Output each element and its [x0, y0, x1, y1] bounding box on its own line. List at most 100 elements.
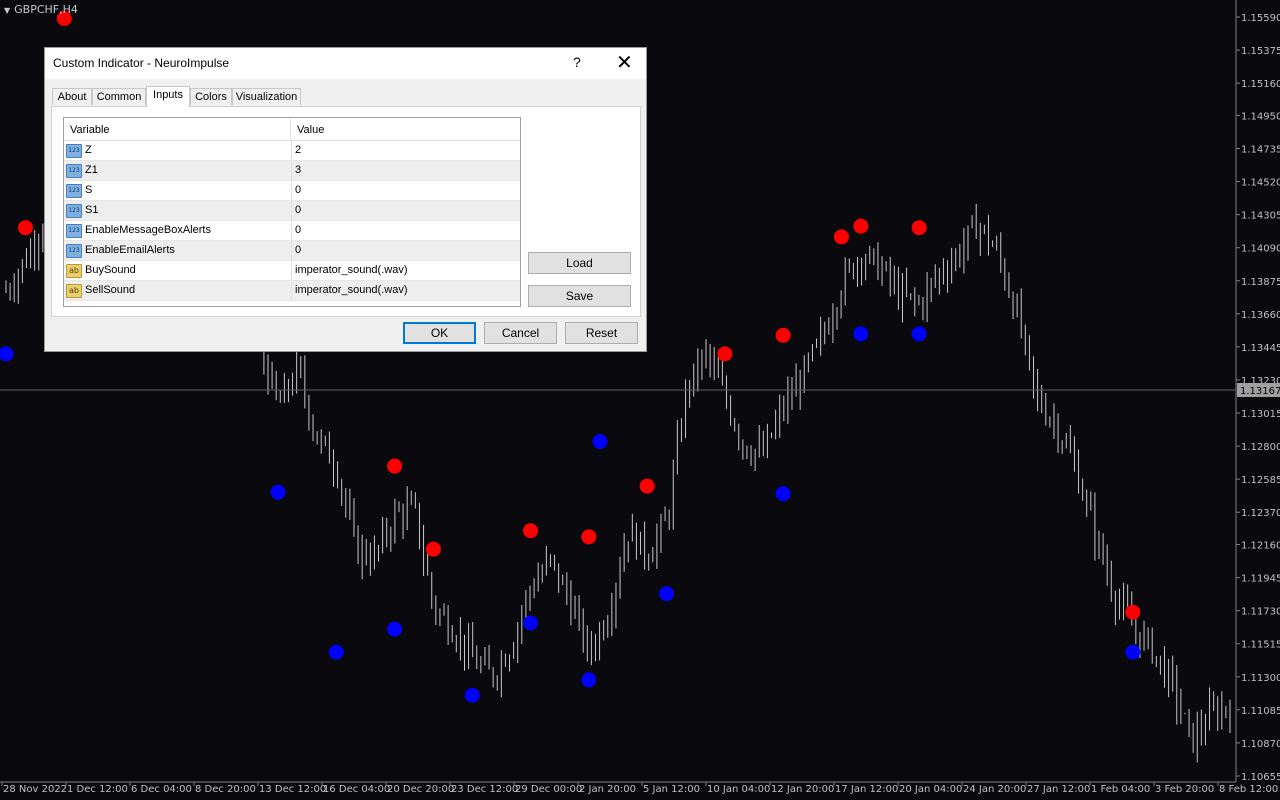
time-tick-label: 1 Dec 12:00	[67, 784, 128, 795]
price-tick-label: 1.11515	[1241, 640, 1280, 651]
integer-type-icon: 123	[66, 204, 82, 218]
tab-colors[interactable]: Colors	[190, 88, 232, 105]
sell-signal-dot	[717, 346, 733, 362]
close-button[interactable]: ✕	[616, 50, 633, 75]
variable-name: SellSound	[85, 284, 136, 296]
variable-value[interactable]: 0	[291, 201, 301, 220]
buy-signal-dot	[659, 586, 675, 602]
tab-about[interactable]: About	[52, 88, 92, 105]
variable-value[interactable]: imperator_sound(.wav)	[291, 281, 408, 300]
sell-signal-dot	[387, 458, 403, 474]
integer-type-icon: 123	[66, 224, 82, 238]
sell-signal-dot	[639, 478, 655, 494]
buy-signal-dot	[1125, 644, 1141, 660]
price-tick-label: 1.15590	[1241, 13, 1280, 24]
column-header-variable[interactable]: Variable	[70, 124, 110, 136]
time-tick-label: 8 Dec 20:00	[195, 784, 256, 795]
variable-value[interactable]: 0	[291, 241, 301, 260]
reset-button[interactable]: Reset	[565, 322, 638, 344]
time-tick-label: 1 Feb 04:00	[1091, 784, 1150, 795]
dialog-title: Custom Indicator - NeuroImpulse	[53, 56, 230, 70]
table-row[interactable]: 123 S1 0	[64, 201, 520, 221]
column-header-value[interactable]: Value	[297, 124, 324, 136]
time-tick-label: 27 Jan 12:00	[1027, 784, 1090, 795]
tab-common[interactable]: Common	[92, 88, 146, 105]
table-row[interactable]: ab BuySound imperator_sound(.wav)	[64, 261, 520, 281]
price-tick-label: 1.14520	[1241, 178, 1280, 189]
buy-signal-dot	[592, 433, 608, 449]
column-separator[interactable]	[290, 118, 291, 140]
price-tick-label: 1.12370	[1241, 508, 1280, 519]
load-button[interactable]: Load	[528, 252, 631, 274]
ok-button[interactable]: OK	[403, 322, 476, 344]
variable-value[interactable]: 3	[291, 161, 301, 180]
price-tick-label: 1.13660	[1241, 310, 1280, 321]
price-tick-label: 1.11300	[1241, 673, 1280, 684]
time-tick-label: 23 Dec 12:00	[451, 784, 518, 795]
sell-signal-dot	[425, 541, 441, 557]
buy-signal-dot	[387, 621, 403, 637]
price-tick-label: 1.14735	[1241, 144, 1280, 155]
cancel-button[interactable]: Cancel	[484, 322, 557, 344]
table-row[interactable]: ab SellSound imperator_sound(.wav)	[64, 281, 520, 301]
price-tick-label: 1.12585	[1241, 475, 1280, 486]
string-type-icon: ab	[66, 284, 82, 298]
sell-signal-dot	[833, 229, 849, 245]
table-header: Variable Value	[64, 118, 520, 141]
buy-signal-dot	[328, 644, 344, 660]
table-row[interactable]: 123 EnableMessageBoxAlerts 0	[64, 221, 520, 241]
variable-value[interactable]: 0	[291, 181, 301, 200]
time-tick-label: 16 Dec 04:00	[323, 784, 390, 795]
sell-signal-dot	[853, 218, 869, 234]
time-tick-label: 3 Feb 20:00	[1155, 784, 1214, 795]
time-tick-label: 12 Jan 20:00	[771, 784, 834, 795]
time-tick-label: 28 Nov 2022	[3, 784, 67, 795]
price-tick-label: 1.14090	[1241, 244, 1280, 255]
time-tick-label: 20 Jan 04:00	[899, 784, 962, 795]
buy-signal-dot	[464, 687, 480, 703]
price-tick-label: 1.12160	[1241, 541, 1280, 552]
variable-value[interactable]: 0	[291, 221, 301, 240]
table-row[interactable]: 123 Z 2	[64, 141, 520, 161]
price-tick-label: 1.10655	[1241, 772, 1280, 783]
price-tick-label: 1.13875	[1241, 277, 1280, 288]
table-row[interactable]: 123 S 0	[64, 181, 520, 201]
custom-indicator-dialog: Custom Indicator - NeuroImpulse ? ✕ Abou…	[44, 47, 647, 352]
variable-name: S	[85, 184, 93, 196]
time-tick-label: 5 Jan 12:00	[643, 784, 700, 795]
time-tick-label: 29 Dec 00:00	[515, 784, 582, 795]
variable-name: Z	[85, 144, 92, 156]
integer-type-icon: 123	[66, 144, 82, 158]
variable-name: BuySound	[85, 264, 136, 276]
sell-signal-dot	[911, 220, 927, 236]
price-tick-label: 1.10870	[1241, 739, 1280, 750]
symbol-label[interactable]: ▼ GBPCHF,H4	[4, 3, 78, 16]
variable-name: Z1	[85, 164, 98, 176]
tab-visualization[interactable]: Visualization	[232, 88, 301, 105]
save-button[interactable]: Save	[528, 285, 631, 307]
buy-signal-dot	[853, 326, 869, 342]
price-tick-label: 1.14950	[1241, 111, 1280, 122]
time-tick-label: 17 Jan 12:00	[835, 784, 898, 795]
price-tick-label: 1.12800	[1241, 442, 1280, 453]
variable-value[interactable]: 2	[291, 141, 301, 160]
inputs-table: Variable Value 123 Z 2 123 Z1 3 123 S 0 123 S1 0 123…	[63, 117, 521, 307]
help-button[interactable]: ?	[573, 54, 581, 70]
price-tick-label: 1.11945	[1241, 574, 1280, 585]
variable-value[interactable]: imperator_sound(.wav)	[291, 261, 408, 280]
buy-signal-dot	[270, 484, 286, 500]
table-row[interactable]: 123 EnableEmailAlerts 0	[64, 241, 520, 261]
tab-inputs[interactable]: Inputs	[146, 86, 190, 107]
time-tick-label: 6 Dec 04:00	[131, 784, 192, 795]
sell-signal-dot	[523, 523, 539, 539]
sell-signal-dot	[775, 327, 791, 343]
time-tick-label: 13 Dec 12:00	[259, 784, 326, 795]
buy-signal-dot	[775, 486, 791, 502]
sell-signal-dot	[1125, 604, 1141, 620]
table-row[interactable]: 123 Z1 3	[64, 161, 520, 181]
dialog-titlebar[interactable]: Custom Indicator - NeuroImpulse ? ✕	[45, 48, 646, 79]
buy-signal-dot	[523, 615, 539, 631]
current-price-label: 1.13167	[1240, 386, 1280, 397]
time-tick-label: 10 Jan 04:00	[707, 784, 770, 795]
buy-signal-dot	[911, 326, 927, 342]
